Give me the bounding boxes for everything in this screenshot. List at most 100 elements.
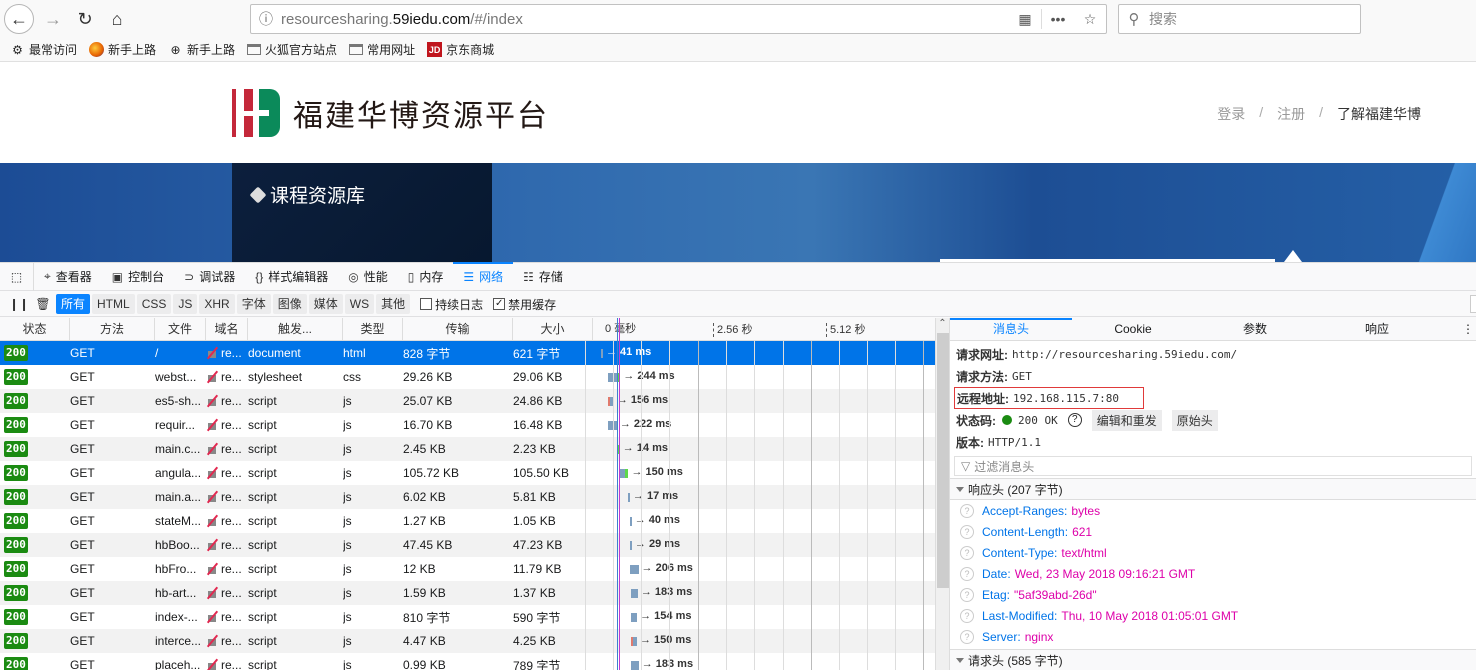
search-input[interactable]: ⚲ 搜索 [1118, 4, 1361, 34]
filter-xhr[interactable]: XHR [199, 294, 234, 314]
table-row[interactable]: 200GEThb-art...re...scriptjs1.59 KB1.37 … [0, 581, 935, 605]
col-type[interactable]: 类型 [343, 318, 403, 341]
tab-debugger[interactable]: ⊃调试器 [174, 263, 245, 291]
tab-inspector[interactable]: ⌖查看器 [34, 263, 102, 291]
help-icon[interactable]: ? [960, 630, 974, 644]
table-row[interactable]: 200GEThbFro...re...scriptjs12 KB11.79 KB… [0, 557, 935, 581]
filter-all[interactable]: 所有 [56, 294, 90, 314]
back-button[interactable]: ← [4, 4, 34, 34]
tab-params[interactable]: 参数 [1194, 318, 1316, 340]
edit-resend-button[interactable]: 编辑和重发 [1092, 410, 1162, 431]
tab-headers[interactable]: 消息头 [950, 318, 1072, 340]
help-icon[interactable]: ? [960, 609, 974, 623]
filter-fonts[interactable]: 字体 [237, 294, 271, 314]
table-row[interactable]: 200GETes5-sh...re...scriptjs25.07 KB24.8… [0, 389, 935, 413]
tab-performance[interactable]: ◎性能 [338, 263, 398, 291]
requests-scrollbar[interactable]: ⌃ [935, 318, 949, 670]
table-row[interactable]: 200GETmain.c...re...scriptjs2.45 KB2.23 … [0, 437, 935, 461]
header-row[interactable]: ?Accept-Ranges:bytes [950, 500, 1476, 521]
persist-logs-checkbox[interactable]: 持续日志 [420, 296, 483, 313]
site-logo[interactable]: 福建华博资源平台 [232, 88, 549, 138]
forward-button[interactable]: → [38, 4, 68, 34]
bookmark-item[interactable]: 火狐官方站点 [247, 41, 337, 58]
url-text[interactable]: resourcesharing.59iedu.com/#/index [281, 11, 1009, 28]
folder-icon [349, 44, 363, 55]
file-cell: hbBoo... [155, 538, 206, 552]
col-method[interactable]: 方法 [70, 318, 155, 341]
trash-icon[interactable]: 🗑 [32, 297, 54, 311]
scroll-up-icon[interactable]: ⌃ [936, 318, 949, 332]
col-size[interactable]: 大小 [513, 318, 593, 341]
table-row[interactable]: 200GETwebst...re...stylesheetcss29.26 KB… [0, 365, 935, 389]
tab-cookies[interactable]: Cookie [1072, 318, 1194, 340]
help-icon[interactable]: ? [1068, 413, 1082, 427]
pause-icon[interactable]: ❙❙ [8, 297, 30, 311]
header-row[interactable]: ?Server:nginx [950, 626, 1476, 647]
help-icon[interactable]: ? [960, 546, 974, 560]
bookmark-item[interactable]: ⊕新手上路 [168, 41, 235, 58]
disable-cache-checkbox[interactable]: ✓禁用缓存 [493, 296, 556, 313]
header-row[interactable]: ?Content-Type:text/html [950, 542, 1476, 563]
more-tabs-icon[interactable]: ⋮ [1438, 318, 1476, 340]
filter-css[interactable]: CSS [137, 294, 172, 314]
filter-headers-input[interactable]: ▽过滤消息头 [954, 456, 1472, 476]
reload-button[interactable]: ↻ [70, 4, 100, 34]
table-row[interactable]: 200GETmain.a...re...scriptjs6.02 KB5.81 … [0, 485, 935, 509]
header-row[interactable]: ?Last-Modified:Thu, 10 May 2018 01:05:01… [950, 605, 1476, 626]
bookmark-item[interactable]: ⚙最常访问 [10, 41, 77, 58]
col-cause[interactable]: 触发... [248, 318, 343, 341]
table-row[interactable]: 200GETrequir...re...scriptjs16.70 KB16.4… [0, 413, 935, 437]
tab-response[interactable]: 响应 [1316, 318, 1438, 340]
info-icon[interactable]: ⓘ [251, 9, 281, 29]
home-button[interactable]: ⌂ [102, 4, 132, 34]
table-row[interactable]: 200GET/re...documenthtml828 字节621 字节→ 41… [0, 341, 935, 365]
about-link[interactable]: 了解福建华博 [1337, 104, 1421, 124]
help-icon[interactable]: ? [960, 567, 974, 581]
table-row[interactable]: 200GEThbBoo...re...scriptjs47.45 KB47.23… [0, 533, 935, 557]
header-row[interactable]: ?Content-Length:621 [950, 521, 1476, 542]
table-row[interactable]: 200GETindex-...re...scriptjs810 字节590 字节… [0, 605, 935, 629]
help-icon[interactable]: ? [960, 588, 974, 602]
register-link[interactable]: 注册 [1277, 104, 1305, 124]
col-status[interactable]: 状态 [0, 318, 70, 341]
filter-urls-input[interactable] [1470, 295, 1476, 313]
table-row[interactable]: 200GETstateM...re...scriptjs1.27 KB1.05 … [0, 509, 935, 533]
bookmark-item[interactable]: 常用网址 [349, 41, 415, 58]
raw-headers-button[interactable]: 原始头 [1172, 410, 1218, 431]
qrcode-icon[interactable]: ▦ [1009, 11, 1041, 28]
checkbox-checked[interactable]: ✓ [493, 298, 505, 310]
url-bar[interactable]: ⓘ resourcesharing.59iedu.com/#/index ▦ •… [250, 4, 1107, 34]
header-row[interactable]: ?Etag:"5af39abd-26d" [950, 584, 1476, 605]
bookmark-item[interactable]: 新手上路 [89, 41, 156, 58]
filter-media[interactable]: 媒体 [309, 294, 343, 314]
scrollbar-thumb[interactable] [937, 333, 949, 588]
table-row[interactable]: 200GETinterce...re...scriptjs4.47 KB4.25… [0, 629, 935, 653]
more-actions-icon[interactable]: ••• [1042, 11, 1074, 27]
filter-js[interactable]: JS [173, 294, 197, 314]
filter-images[interactable]: 图像 [273, 294, 307, 314]
help-icon[interactable]: ? [960, 504, 974, 518]
filter-html[interactable]: HTML [92, 294, 135, 314]
col-transferred[interactable]: 传输 [403, 318, 513, 341]
table-row[interactable]: 200GETplaceh...re...scriptjs0.99 KB789 字… [0, 653, 935, 670]
col-waterfall[interactable]: 0 毫秒 2.56 秒 5.12 秒 [593, 318, 935, 341]
response-headers-section[interactable]: 响应头 (207 字节) [950, 478, 1476, 500]
tab-console[interactable]: ▣控制台 [102, 263, 174, 291]
filter-ws[interactable]: WS [345, 294, 374, 314]
filter-other[interactable]: 其他 [376, 294, 410, 314]
tab-storage[interactable]: ☷存储 [513, 263, 573, 291]
help-icon[interactable]: ? [960, 525, 974, 539]
request-headers-section[interactable]: 请求头 (585 字节) [950, 649, 1476, 670]
login-link[interactable]: 登录 [1217, 104, 1245, 124]
col-domain[interactable]: 域名 [206, 318, 248, 341]
tab-network[interactable]: ☰网络 [453, 263, 513, 291]
header-row[interactable]: ?Date:Wed, 23 May 2018 09:16:21 GMT [950, 563, 1476, 584]
tab-style-editor[interactable]: {}样式编辑器 [245, 263, 338, 291]
checkbox-unchecked[interactable] [420, 298, 432, 310]
bookmark-star-icon[interactable]: ☆ [1074, 11, 1106, 28]
bookmark-item[interactable]: JD京东商城 [427, 41, 494, 58]
table-row[interactable]: 200GETangula...re...scriptjs105.72 KB105… [0, 461, 935, 485]
tab-memory[interactable]: ▯内存 [398, 263, 454, 291]
element-picker-button[interactable]: ⬚ [0, 263, 34, 291]
col-file[interactable]: 文件 [155, 318, 206, 341]
